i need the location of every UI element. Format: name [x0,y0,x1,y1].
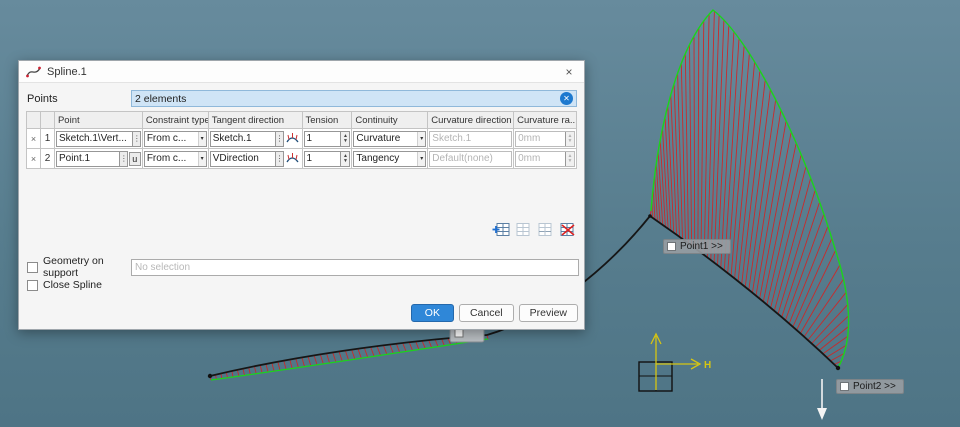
app-root: H Point1 >> Point2 >> Spline.1 × Points … [0,0,960,427]
chevron-down-icon[interactable]: ▾ [417,131,426,146]
geometry-on-support-label: Geometry on support [43,255,104,279]
header-curvature-direction: Curvature direction [428,112,515,129]
header-tangent-direction: Tangent direction [208,112,303,129]
constraint-type-select[interactable]: From c... ▾ [143,130,207,147]
close-spline-label: Close Spline [43,279,102,291]
curvature-comb-main [649,11,849,365]
points-selection-field[interactable]: 2 elements ✕ [131,90,577,107]
dialog-title: Spline.1 [47,65,87,78]
curvature-radius-field: 0mm ▲ ▼ [515,150,576,167]
h-axis-label: H [704,360,711,371]
spline-curve-bottom[interactable] [209,334,488,377]
table-action-icons [492,221,576,237]
dialog-titlebar[interactable]: Spline.1 × [19,61,584,83]
curvature-direction-field: Default(none) [429,150,513,167]
header-point: Point [54,112,143,129]
header-tension: Tension [302,112,353,129]
header-num [40,112,55,129]
header-remove [27,112,41,129]
drag-handle-icon[interactable]: ⋮ [274,151,283,166]
drag-handle-icon[interactable]: ⋮ [131,131,140,146]
point-field[interactable]: Sketch.1\Vert... ⋮ [55,130,141,147]
close-spline-checkbox[interactable] [27,279,38,291]
ok-button[interactable]: OK [410,304,454,322]
insert-point-icon[interactable] [514,221,532,237]
header-constraint-type: Constraint type [142,112,209,129]
remove-row-button[interactable]: × [28,134,39,144]
reverse-tangent-icon[interactable] [284,150,301,167]
point2-label[interactable]: Point2 >> [836,379,904,394]
spline-icon [26,66,41,77]
geometry-on-support-field[interactable]: No selection [131,258,579,276]
curvature-comb-bottom [209,334,489,381]
curvature-envelope-bottom [210,338,489,381]
close-icon[interactable]: × [561,65,577,79]
radius-spinner: ▲ ▼ [565,131,575,146]
row-number: 2 [44,153,51,164]
clear-selection-icon[interactable]: ✕ [560,92,573,105]
chevron-down-icon[interactable]: ▾ [197,151,206,166]
constraint-type-select[interactable]: From c... ▾ [143,150,207,167]
point1-text: Point1 >> [680,241,723,252]
replace-point-icon[interactable] [536,221,554,237]
axis-indicator: H [638,332,711,392]
curve-endpoint-dot[interactable] [207,373,213,379]
table-row: × 1 Sketch.1\Vert... ⋮ From c... ▾ Sketc… [27,129,578,149]
remove-row-button[interactable]: × [28,154,39,164]
tension-spinner[interactable]: ▲ ▼ [340,131,350,146]
header-continuity: Continuity [352,112,429,129]
geometry-on-support-value: No selection [135,261,191,273]
tension-spinner[interactable]: ▲ ▼ [340,151,350,166]
table-header-row: Point Constraint type Tangent direction … [27,112,578,129]
points-table: Point Constraint type Tangent direction … [26,111,578,169]
point-field[interactable]: Point.1 ⋮ [55,150,128,167]
radius-spinner: ▲ ▼ [565,151,575,166]
point-extra-button[interactable]: u [128,151,141,166]
tension-field[interactable]: 1 ▲ ▼ [303,150,351,167]
point2-marker[interactable] [840,382,849,391]
row-number: 1 [44,133,51,144]
geometry-on-support-checkbox[interactable] [27,261,38,273]
curvature-radius-field: 0mm ▲ ▼ [515,130,576,147]
curvature-direction-field: Sketch.1 [429,130,513,147]
points-value: 2 elements [135,92,187,105]
tangent-direction-field[interactable]: VDirection ⋮ [209,150,284,167]
spline-dialog: Spline.1 × Points 2 elements ✕ Point Con… [18,60,585,330]
points-label: Points [27,92,58,105]
add-point-icon[interactable] [492,221,510,237]
point1-label[interactable]: Point1 >> [663,239,731,254]
remove-point-icon[interactable] [558,221,576,237]
direction-arrow[interactable] [817,379,827,420]
point1-marker[interactable] [667,242,676,251]
continuity-select[interactable]: Curvature ▾ [353,130,427,147]
chevron-down-icon[interactable]: ▾ [197,131,206,146]
point1-dot[interactable] [648,214,652,218]
preview-button[interactable]: Preview [518,304,578,322]
tension-field[interactable]: 1 ▲ ▼ [303,130,351,147]
continuity-select[interactable]: Tangency ▾ [353,150,427,167]
header-curvature-radius: Curvature ra... [514,112,578,129]
chevron-down-icon[interactable]: ▾ [417,151,426,166]
cancel-button[interactable]: Cancel [458,304,514,322]
point2-text: Point2 >> [853,381,896,392]
drag-handle-icon[interactable]: ⋮ [118,151,127,166]
drag-handle-icon[interactable]: ⋮ [274,131,283,146]
reverse-tangent-icon[interactable] [284,130,301,147]
table-row: × 2 Point.1 ⋮ u From c... ▾ VDirection ⋮… [27,149,578,169]
tangent-direction-field[interactable]: Sketch.1 ⋮ [209,130,284,147]
point2-dot[interactable] [835,365,841,371]
